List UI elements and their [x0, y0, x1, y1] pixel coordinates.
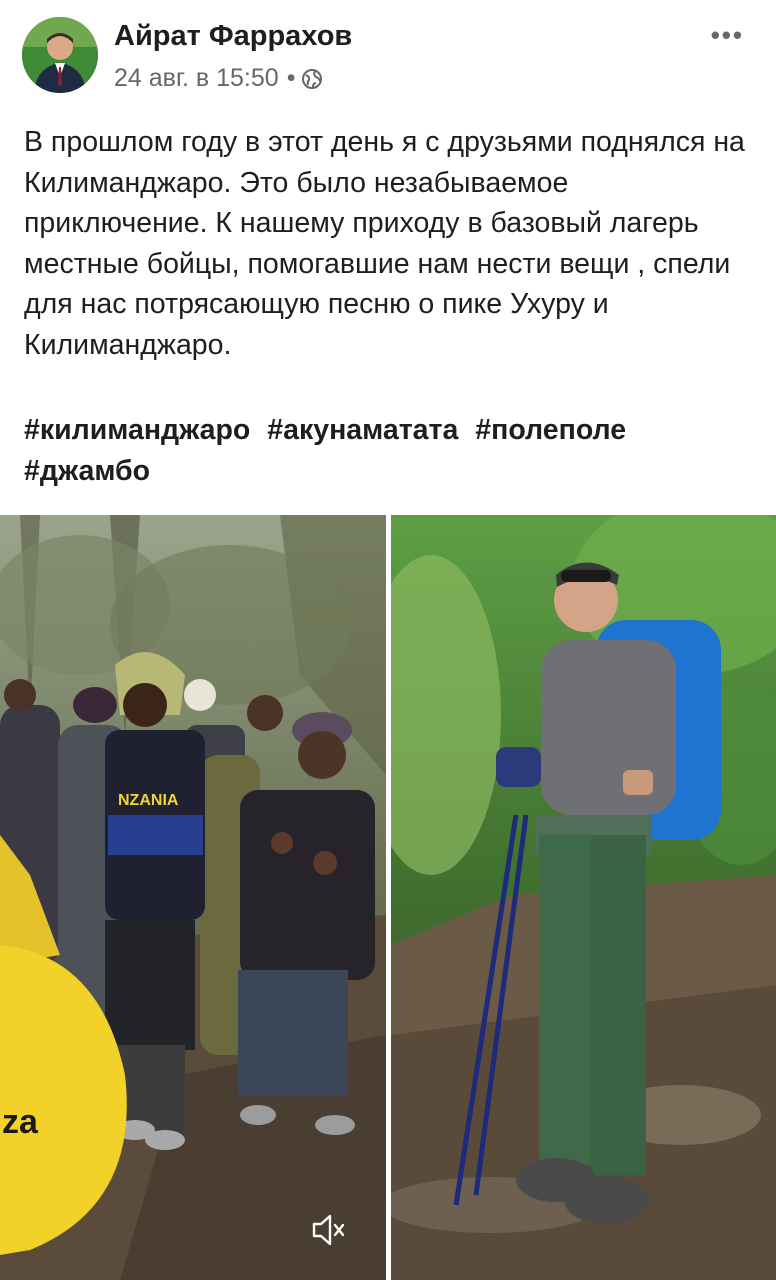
bag-text: za	[2, 1103, 39, 1141]
hashtag-link[interactable]: #полеполе	[475, 414, 626, 446]
globe-icon[interactable]	[301, 68, 323, 90]
post-header: Айрат Фаррахов 24 авг. в 15:50 • •••	[0, 0, 776, 110]
photo-porters-singing[interactable]: NZANIA za	[0, 515, 386, 1280]
hashtag-list: #килиманджаро #акунаматата #полеполе #дж…	[24, 410, 759, 491]
post-timestamp[interactable]: 24 авг. в 15:50	[114, 64, 279, 93]
avatar[interactable]	[22, 17, 98, 93]
meta-separator: •	[286, 64, 296, 92]
hashtag-link[interactable]: #джамбо	[24, 455, 150, 487]
post-text: В прошлом году в этот день я с друзьями …	[24, 126, 745, 361]
more-options-button[interactable]: •••	[711, 20, 744, 51]
hashtag-link[interactable]: #акунаматата	[267, 414, 458, 446]
post-meta: 24 авг. в 15:50 •	[114, 64, 323, 93]
hashtag-link[interactable]: #килиманджаро	[24, 414, 250, 446]
speaker-muted-icon[interactable]	[308, 1210, 348, 1250]
photo-hiker[interactable]	[391, 515, 776, 1280]
shirt-text: NZANIA	[118, 792, 179, 809]
author-name[interactable]: Айрат Фаррахов	[114, 20, 352, 53]
